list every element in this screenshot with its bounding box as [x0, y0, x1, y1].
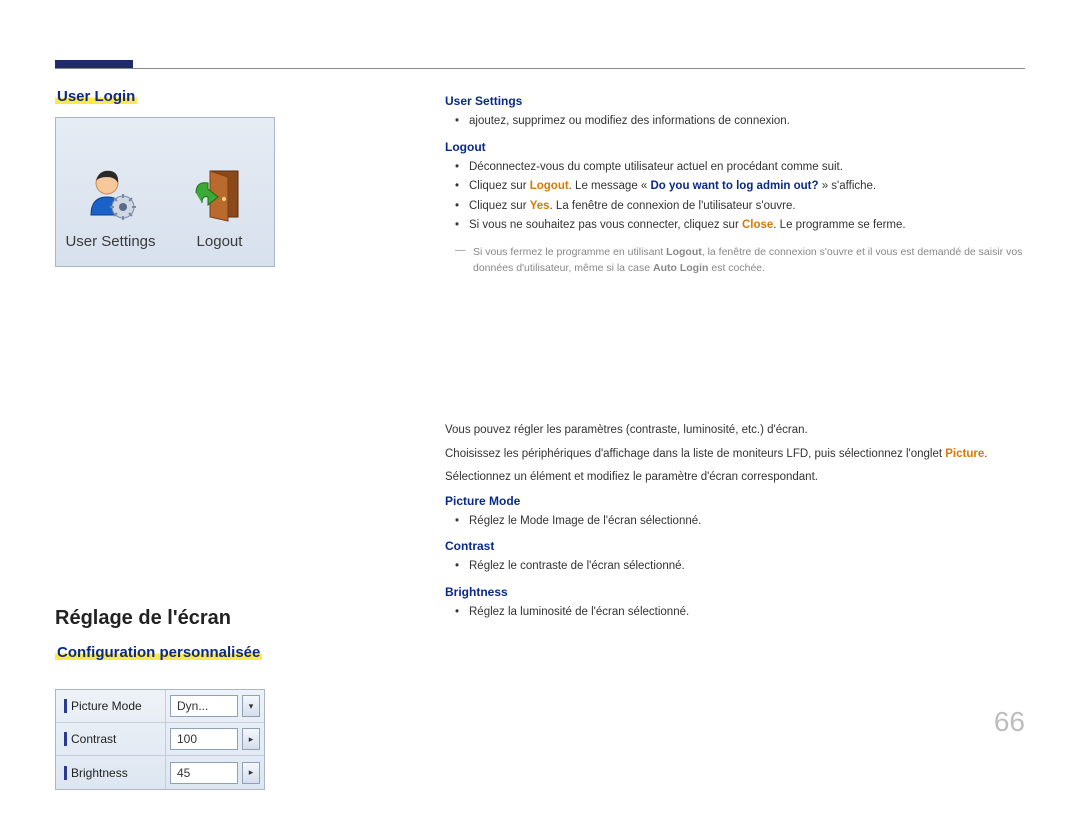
brightness-step[interactable]: ▸ [242, 762, 260, 784]
user-settings-label: User Settings [65, 233, 155, 250]
screen-adjust-title: Réglage de l'écran [55, 607, 425, 630]
logout-step-3: Cliquez sur Yes. La fenêtre de connexion… [469, 197, 1025, 217]
logout-note: Si vous fermez le programme en utilisant… [445, 244, 1025, 277]
logout-icon [190, 163, 250, 223]
brightness-row: Brightness 45 ▸ [56, 756, 264, 789]
logout-label: Logout [197, 233, 243, 250]
brightness-value[interactable]: 45 [170, 762, 238, 784]
user-login-heading: User Login [55, 88, 137, 105]
logout-step-2: Cliquez sur Logout. Le message « Do you … [469, 177, 1025, 197]
custom-config-heading: Configuration personnalisée [55, 644, 262, 661]
picture-mode-dropdown[interactable]: ▾ [242, 695, 260, 717]
header-accent-bar [55, 60, 133, 68]
picture-mode-row: Picture Mode Dyn... ▾ [56, 690, 264, 723]
brightness-desc: Réglez la luminosité de l'écran sélectio… [469, 603, 1025, 623]
screen-para-1: Vous pouvez régler les paramètres (contr… [445, 421, 1025, 441]
brightness-subhead: Brightness [445, 585, 1025, 599]
picture-mode-desc: Réglez le Mode Image de l'écran sélectio… [469, 512, 1025, 532]
header-divider [55, 68, 1025, 69]
picture-settings-panel: Picture Mode Dyn... ▾ Contrast 100 ▸ Bri… [55, 689, 265, 790]
contrast-label: Contrast [56, 723, 166, 755]
contrast-subhead: Contrast [445, 539, 1025, 553]
page-number: 66 [994, 706, 1025, 738]
contrast-value[interactable]: 100 [170, 728, 238, 750]
user-settings-icon [81, 163, 141, 223]
logout-step-1: Déconnectez-vous du compte utilisateur a… [469, 158, 1025, 178]
contrast-step[interactable]: ▸ [242, 728, 260, 750]
user-settings-button[interactable]: User Settings [56, 118, 165, 266]
logout-subhead: Logout [445, 140, 1025, 154]
logout-step-4: Si vous ne souhaitez pas vous connecter,… [469, 216, 1025, 236]
brightness-label: Brightness [56, 756, 166, 789]
user-settings-subhead: User Settings [445, 94, 1025, 108]
picture-mode-label: Picture Mode [56, 690, 166, 722]
picture-mode-subhead: Picture Mode [445, 494, 1025, 508]
logout-button[interactable]: Logout [165, 118, 274, 266]
screen-para-3: Sélectionnez un élément et modifiez le p… [445, 468, 1025, 488]
contrast-row: Contrast 100 ▸ [56, 723, 264, 756]
screen-para-2: Choisissez les périphériques d'affichage… [445, 445, 1025, 465]
picture-mode-value[interactable]: Dyn... [170, 695, 238, 717]
user-settings-desc: ajoutez, supprimez ou modifiez des infor… [469, 112, 1025, 132]
user-login-panel: User Settings Logout [55, 117, 275, 267]
contrast-desc: Réglez le contraste de l'écran sélection… [469, 557, 1025, 577]
